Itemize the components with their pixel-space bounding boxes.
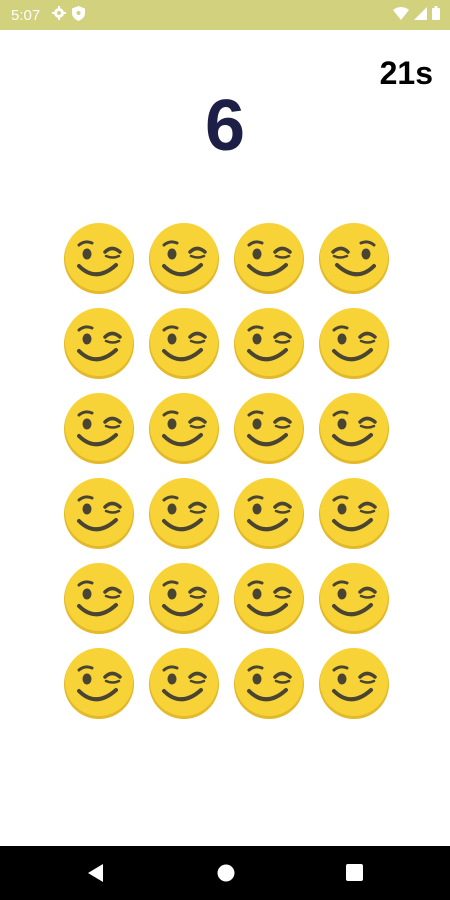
emoji-tile[interactable]	[311, 300, 396, 385]
emoji-tile[interactable]	[226, 300, 311, 385]
wink-face-icon	[148, 222, 219, 294]
wink-face-icon	[233, 562, 304, 634]
wink-face-icon	[233, 477, 304, 549]
emoji-tile[interactable]	[226, 640, 311, 725]
status-bar: 5:07	[0, 0, 450, 30]
emoji-tile[interactable]	[56, 215, 141, 300]
gear-icon	[52, 6, 67, 24]
score-label: 6	[204, 86, 246, 166]
status-time: 5:07	[11, 6, 41, 24]
wink-face-icon	[63, 562, 134, 634]
wink-face-icon	[63, 392, 134, 464]
wink-face-icon	[318, 392, 389, 464]
emoji-tile[interactable]	[56, 470, 141, 555]
wink-face-icon	[148, 392, 219, 464]
emoji-tile[interactable]	[56, 300, 141, 385]
emoji-tile[interactable]	[311, 385, 396, 470]
wink-face-icon	[233, 307, 304, 379]
wink-face-icon	[148, 562, 219, 634]
back-icon[interactable]	[87, 863, 105, 888]
emoji-tile[interactable]	[226, 385, 311, 470]
emoji-tile[interactable]	[141, 300, 226, 385]
emoji-tile[interactable]	[141, 385, 226, 470]
wink-face-icon	[318, 477, 389, 549]
emoji-tile[interactable]	[226, 215, 311, 300]
emoji-tile[interactable]	[141, 555, 226, 640]
emoji-tile[interactable]	[226, 555, 311, 640]
shield-icon	[72, 5, 86, 25]
wink-face-icon	[233, 392, 304, 464]
wink-face-icon	[233, 222, 304, 294]
wink-face-icon	[318, 307, 389, 379]
odd-emoji-tile[interactable]	[311, 215, 396, 300]
wink-face-icon	[63, 222, 134, 294]
emoji-tile[interactable]	[56, 555, 141, 640]
emoji-grid	[56, 215, 396, 725]
wink-face-icon	[148, 647, 219, 719]
wink-face-icon	[318, 647, 389, 719]
emoji-tile[interactable]	[226, 470, 311, 555]
emoji-tile[interactable]	[141, 640, 226, 725]
wink-face-icon	[63, 307, 134, 379]
wink-face-icon	[63, 647, 134, 719]
navigation-bar	[0, 846, 450, 900]
wink-face-icon	[233, 647, 304, 719]
wink-face-icon	[63, 477, 134, 549]
wink-face-icon	[318, 222, 389, 294]
emoji-tile[interactable]	[141, 215, 226, 300]
wink-face-icon	[148, 307, 219, 379]
emoji-tile[interactable]	[311, 470, 396, 555]
wink-face-icon	[318, 562, 389, 634]
emoji-tile[interactable]	[56, 385, 141, 470]
emoji-tile[interactable]	[141, 470, 226, 555]
home-icon[interactable]	[216, 863, 236, 888]
emoji-tile[interactable]	[311, 555, 396, 640]
wifi-icon	[393, 6, 409, 24]
emoji-tile[interactable]	[311, 640, 396, 725]
recents-icon[interactable]	[346, 864, 363, 886]
cellular-icon	[414, 6, 427, 24]
battery-icon	[432, 6, 440, 24]
emoji-tile[interactable]	[56, 640, 141, 725]
wink-face-icon	[148, 477, 219, 549]
